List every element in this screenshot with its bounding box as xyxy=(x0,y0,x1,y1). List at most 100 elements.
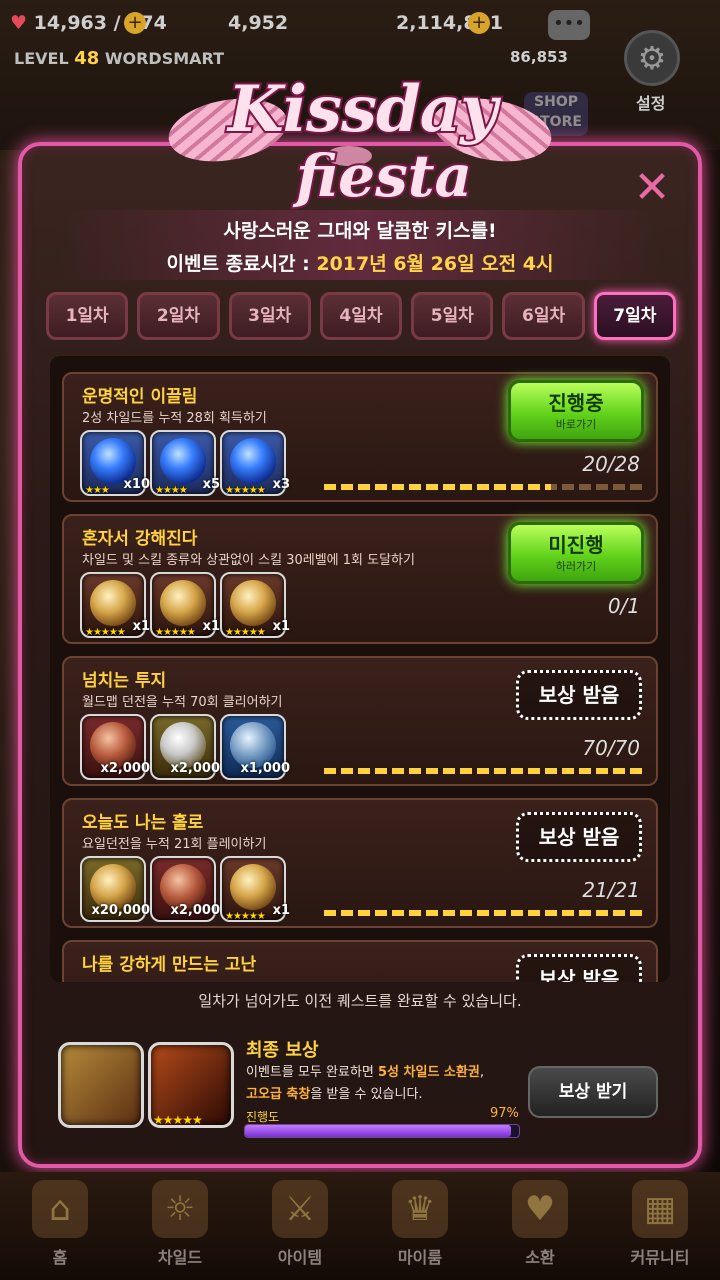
gold-orb-icon xyxy=(160,580,206,626)
quest-title: 운명적인 이끌림 xyxy=(82,387,198,407)
quest-progress-text: 70/70 xyxy=(582,736,640,760)
nav-myroom[interactable]: ♛ 마이룸 xyxy=(360,1172,480,1280)
reward-item[interactable]: ★★★★★ x1 xyxy=(150,572,220,638)
child-icon: ☼ xyxy=(152,1180,208,1238)
reward-stars: ★★★★★ xyxy=(155,627,196,638)
add-hearts-button[interactable]: + xyxy=(124,12,146,34)
progress-label: 진행도 xyxy=(246,1110,280,1124)
button-sub-label: 하러가기 xyxy=(555,560,597,573)
reward-item[interactable]: ★★★★ x5 xyxy=(150,430,220,496)
quest-card: 나를 강하게 만드는 고난 보상 받음 xyxy=(62,940,658,982)
nav-home[interactable]: ⌂ 홈 xyxy=(0,1172,120,1280)
quest-progress-text: 20/28 xyxy=(582,452,640,476)
event-subtitle: 사랑스러운 그대와 달콤한 키스를! xyxy=(223,220,497,242)
reward-count: x1,000 xyxy=(240,761,290,776)
gold-orb-icon xyxy=(230,864,276,910)
reward-stars: ★★★★★ xyxy=(153,1113,203,1127)
tab-day-6[interactable]: 6일차 xyxy=(502,292,585,340)
reward-count: x1 xyxy=(272,619,290,634)
desc-mid: , xyxy=(479,1065,484,1080)
myroom-icon: ♛ xyxy=(392,1180,448,1238)
reward-claimed-button[interactable]: 보상 받음 xyxy=(516,670,642,720)
quest-desc: 월드맵 던전을 누적 70회 클리어하기 xyxy=(82,695,283,710)
quest-progress-text: 21/21 xyxy=(582,878,640,902)
button-sub-label: 바로가기 xyxy=(555,418,597,431)
quest-desc: 요일던전을 누적 21회 플레이하기 xyxy=(82,837,267,852)
community-icon: ▦ xyxy=(632,1180,688,1238)
weapon-reward[interactable]: ★★★★★ xyxy=(148,1042,234,1128)
logo-line1: Kissday xyxy=(226,70,499,149)
reward-claimed-button[interactable]: 보상 받음 xyxy=(516,812,642,862)
level-number: 48 xyxy=(74,48,100,69)
quest-go-button[interactable]: 미진행 하러가기 xyxy=(508,522,644,584)
tab-day-3[interactable]: 3일차 xyxy=(228,292,311,340)
final-progress-bar xyxy=(244,1124,520,1138)
progress-percent: 97% xyxy=(490,1106,519,1121)
nav-summon[interactable]: ♥ 소환 xyxy=(480,1172,600,1280)
summon-ticket-reward[interactable] xyxy=(58,1042,144,1128)
button-main-label: 진행중 xyxy=(548,391,604,415)
quest-go-button[interactable]: 진행중바로가기 xyxy=(508,380,644,442)
quest-progress-text: 0/1 xyxy=(607,594,640,618)
end-time-prefix: 이벤트 종료시간 : xyxy=(166,253,317,275)
reward-count: x5 xyxy=(202,477,220,492)
reward-item[interactable]: x1,000 xyxy=(220,714,290,780)
nav-item[interactable]: ⚔ 아이템 xyxy=(240,1172,360,1280)
quest-card: 오늘도 나는 홀로요일던전을 누적 21회 플레이하기 x20,000 x2,000… xyxy=(62,798,658,928)
desc-pre: 이벤트를 모두 완료하면 xyxy=(246,1065,378,1080)
reward-item[interactable]: ★★★★★ x1 xyxy=(220,856,290,922)
reward-count: x1 xyxy=(132,619,150,634)
reward-item[interactable]: ★★★★★ x3 xyxy=(220,430,290,496)
reward-items: ★★★★★ x1 ★★★★★ x1 ★★★★★ x1 xyxy=(80,572,290,638)
reward-claimed-button[interactable]: 보상 받음 xyxy=(516,954,642,982)
tab-day-2[interactable]: 2일차 xyxy=(137,292,220,340)
nav-child[interactable]: ☼ 차일드 xyxy=(120,1172,240,1280)
level-prefix: LEVEL xyxy=(14,49,69,68)
reward-count: x2,000 xyxy=(100,761,150,776)
tab-day-5[interactable]: 5일차 xyxy=(411,292,494,340)
nav-community[interactable]: ▦ 커뮤니티 xyxy=(600,1172,720,1280)
quest-progress-bar xyxy=(324,484,642,490)
info-note: 일차가 넘어가도 이전 퀘스트를 완료할 수 있습니다. xyxy=(198,992,522,1010)
reward-count: x20,000 xyxy=(91,903,150,918)
reward-item[interactable]: x2,000 xyxy=(80,714,150,780)
gold-orb-icon xyxy=(90,580,136,626)
quest-title: 오늘도 나는 홀로 xyxy=(82,813,204,833)
reward-count: x1 xyxy=(272,903,290,918)
kissday-fiesta-logo: Kissday fiesta xyxy=(163,30,557,212)
event-end-time: 이벤트 종료시간 : 2017년 6월 26일 오전 4시 xyxy=(60,249,660,276)
reward-count: x2,000 xyxy=(170,761,220,776)
quest-title: 넘치는 투지 xyxy=(82,671,167,691)
tab-day-1[interactable]: 1일차 xyxy=(46,292,129,340)
quest-list[interactable]: 운명적인 이끌림 2성 차일드를 누적 28회 획득하기 ★★★ x10 ★★★★ x5 ★… xyxy=(50,356,670,982)
reward-count: x2,000 xyxy=(170,903,220,918)
reward-stars: ★★★ xyxy=(85,485,110,496)
reward-item[interactable]: ★★★★★ x1 xyxy=(220,572,290,638)
tab-day-4[interactable]: 4일차 xyxy=(319,292,403,340)
reward-item[interactable]: ★★★★★ x1 xyxy=(80,572,150,638)
tab-day-7[interactable]: 7일차 xyxy=(593,292,676,340)
hearts-value: 14,963 / 174 xyxy=(33,12,167,34)
item-icon: ⚔ xyxy=(272,1180,328,1238)
quest-title: 나를 강하게 만드는 고난 xyxy=(82,955,257,975)
desc-highlight2: 고오급 축창 xyxy=(246,1087,311,1102)
reward-stars: ★★★★★ xyxy=(225,485,266,496)
desc-highlight1: 5성 차일드 소환권 xyxy=(378,1065,480,1080)
claim-final-reward-button[interactable]: 보상 받기 xyxy=(528,1066,658,1118)
reward-item[interactable]: x2,000 xyxy=(150,714,220,780)
gear-icon[interactable]: ⚙ xyxy=(624,30,680,86)
close-icon[interactable]: ✕ xyxy=(632,166,672,210)
chat-icon[interactable]: ••• xyxy=(548,10,590,40)
reward-item[interactable]: x2,000 xyxy=(150,856,220,922)
desc-post: 을 받을 수 있습니다. xyxy=(310,1087,423,1102)
reward-items: x20,000 x2,000 ★★★★★ x1 xyxy=(80,856,290,922)
final-progress-fill xyxy=(245,1125,511,1137)
reward-count: x3 xyxy=(272,477,290,492)
nav-label: 커뮤니티 xyxy=(630,1248,690,1267)
reward-stars: ★★★★★ xyxy=(225,911,266,922)
quest-progress-bar xyxy=(324,910,642,916)
reward-item[interactable]: ★★★ x10 xyxy=(80,430,150,496)
bottom-nav: ⌂ 홈 ☼ 차일드 ⚔ 아이템 ♛ 마이룸 ♥ 소환 ▦ 커뮤니티 xyxy=(0,1172,720,1280)
nav-label: 마이룸 xyxy=(397,1248,443,1267)
reward-item[interactable]: x20,000 xyxy=(80,856,150,922)
